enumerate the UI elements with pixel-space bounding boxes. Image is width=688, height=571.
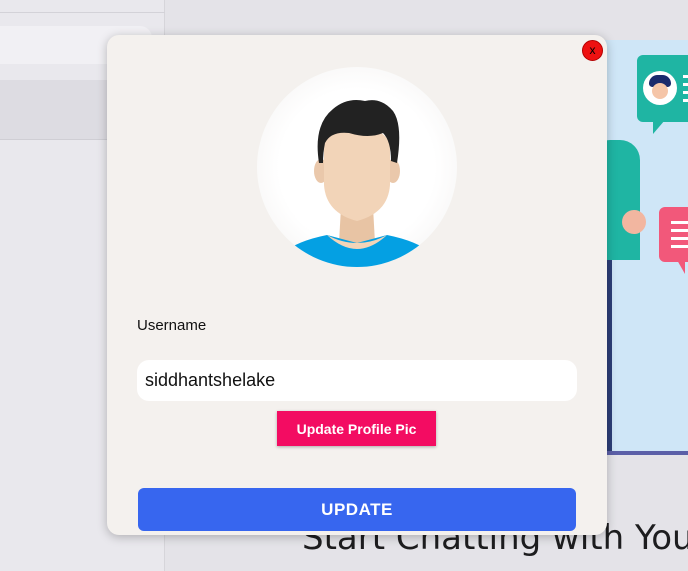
chat-bubble-message-icon <box>659 207 688 274</box>
username-label: Username <box>137 317 207 334</box>
update-profile-pic-button[interactable]: Update Profile Pic <box>277 411 436 446</box>
profile-avatar <box>257 67 457 267</box>
bubble-lines-icon <box>671 221 688 249</box>
chat-bubble-avatar-icon <box>637 55 688 134</box>
sidebar-divider <box>0 12 165 13</box>
profile-modal: x Username Update Profile Pic UPDATE <box>107 35 607 535</box>
close-button[interactable]: x <box>582 40 603 61</box>
update-button[interactable]: UPDATE <box>138 488 576 531</box>
illustration-person-hand <box>622 210 646 234</box>
bubble-face-icon <box>643 71 677 105</box>
bubble-lines-icon <box>683 75 688 103</box>
user-avatar-icon <box>279 100 435 267</box>
username-input[interactable] <box>137 360 577 401</box>
